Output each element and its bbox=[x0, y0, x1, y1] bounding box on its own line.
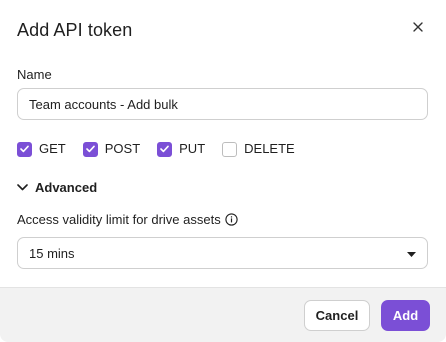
add-button[interactable]: Add bbox=[381, 300, 430, 331]
put-label: PUT bbox=[179, 141, 206, 156]
method-post[interactable]: POST bbox=[82, 141, 141, 157]
check-icon bbox=[20, 145, 29, 153]
caret-down-icon bbox=[407, 244, 416, 262]
dialog-header: Add API token bbox=[17, 18, 430, 46]
validity-select[interactable]: 15 mins bbox=[17, 237, 428, 269]
dialog-title: Add API token bbox=[17, 20, 133, 40]
close-button[interactable] bbox=[406, 16, 430, 40]
delete-label: DELETE bbox=[244, 141, 295, 156]
delete-checkbox[interactable] bbox=[222, 141, 238, 157]
name-label: Name bbox=[17, 67, 52, 82]
cancel-button[interactable]: Cancel bbox=[304, 300, 370, 331]
advanced-toggle[interactable]: Advanced bbox=[17, 178, 97, 196]
get-checkbox[interactable] bbox=[17, 141, 32, 157]
post-label: POST bbox=[104, 141, 141, 156]
add-api-token-dialog: Add API token Name GET POST bbox=[0, 0, 446, 342]
validity-label: Access validity limit for drive assets bbox=[17, 212, 221, 227]
dialog-footer: Cancel Add bbox=[0, 287, 446, 342]
get-label: GET bbox=[39, 141, 66, 156]
chevron-down-icon bbox=[17, 178, 28, 196]
validity-label-row: Access validity limit for drive assets bbox=[17, 212, 238, 227]
put-checkbox[interactable] bbox=[157, 141, 173, 157]
check-icon bbox=[160, 145, 169, 153]
advanced-label: Advanced bbox=[35, 179, 98, 195]
method-delete[interactable]: DELETE bbox=[222, 141, 295, 157]
validity-select-value: 15 mins bbox=[29, 245, 75, 261]
method-put[interactable]: PUT bbox=[157, 141, 205, 157]
close-icon bbox=[413, 19, 423, 37]
method-get[interactable]: GET bbox=[17, 141, 66, 157]
name-input[interactable] bbox=[17, 88, 428, 120]
post-checkbox[interactable] bbox=[82, 141, 98, 157]
http-methods-group: GET POST PUT DELETE bbox=[17, 141, 312, 157]
check-icon bbox=[85, 145, 95, 153]
info-icon[interactable] bbox=[225, 213, 238, 226]
